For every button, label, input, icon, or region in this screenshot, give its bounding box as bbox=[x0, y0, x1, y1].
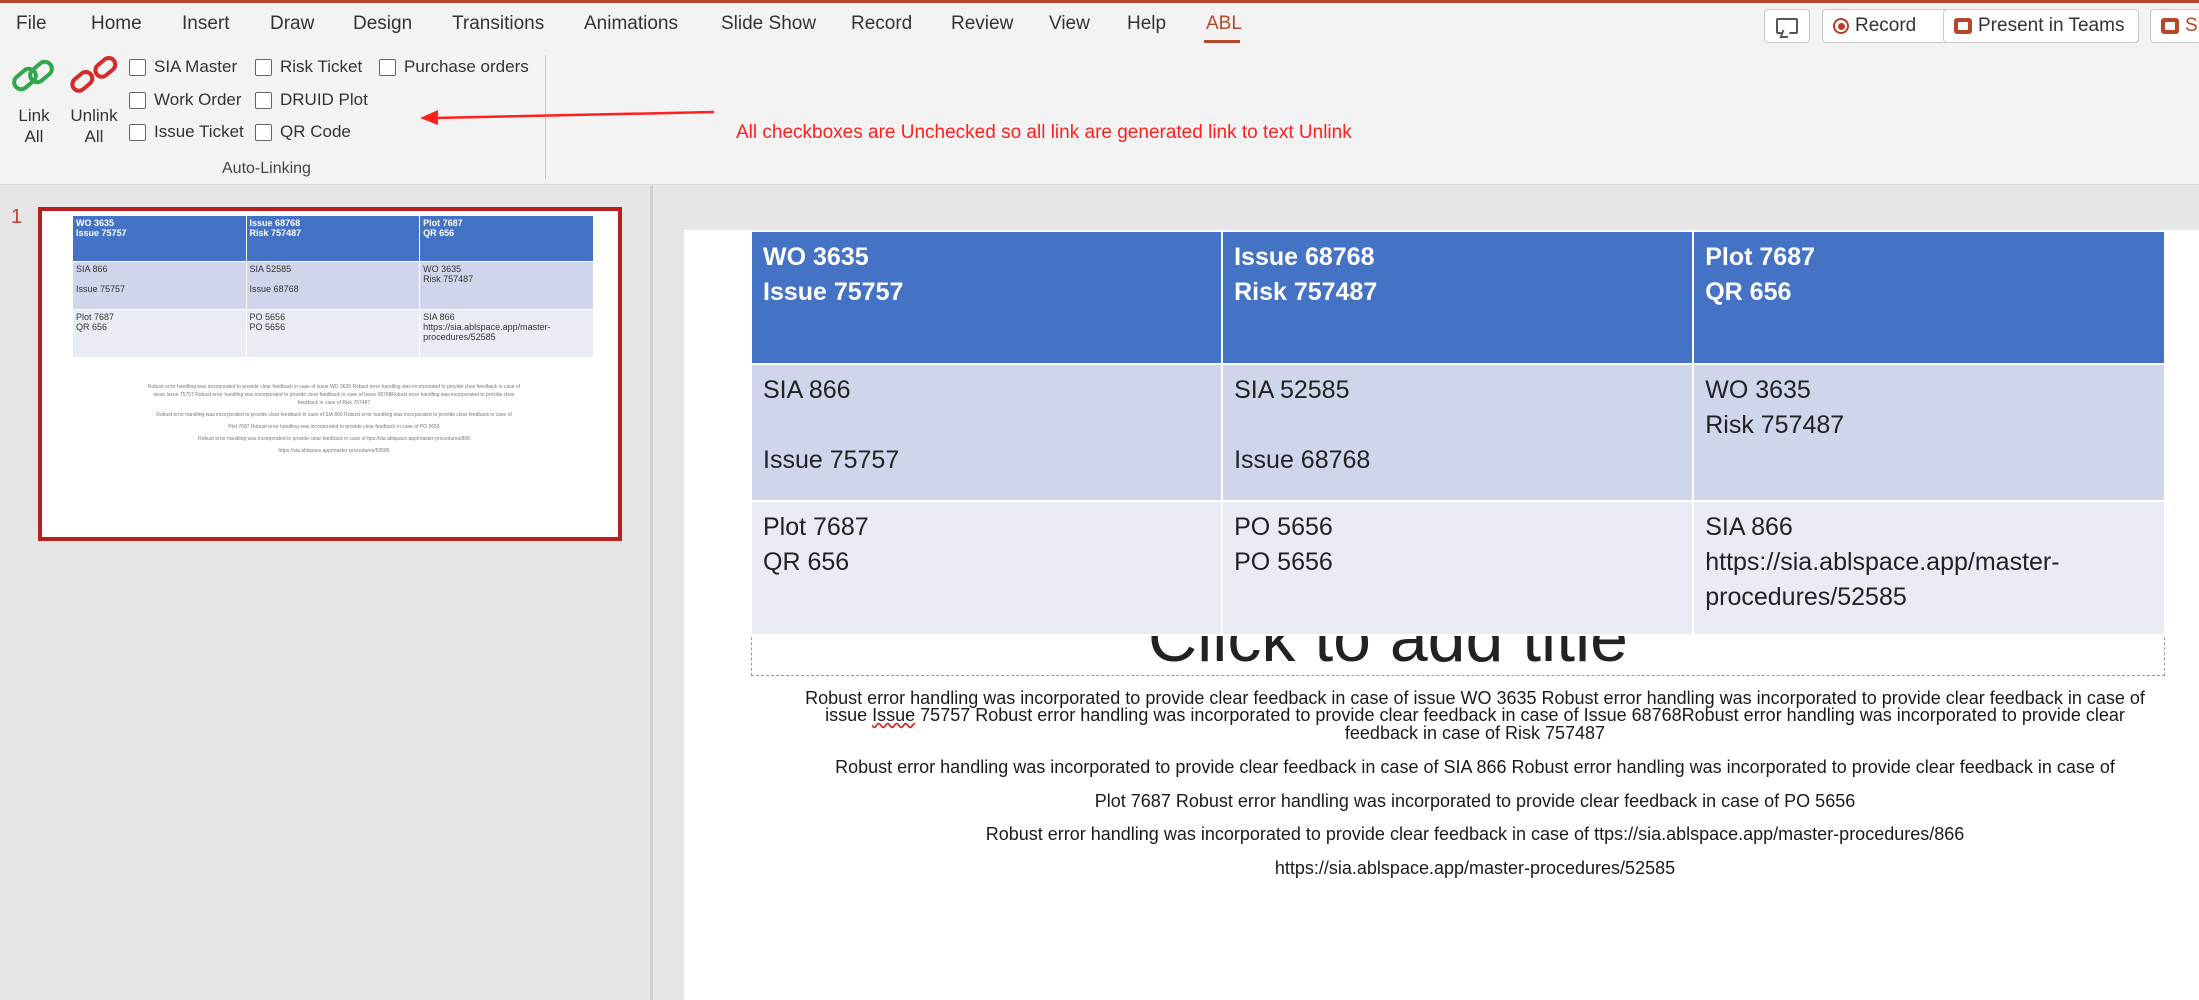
body-text-line[interactable]: Robust error handling was incorporated t… bbox=[750, 758, 2199, 777]
body-text-line[interactable]: Plot 7687 Robust error handling was inco… bbox=[750, 792, 2199, 811]
qr-code-checkbox[interactable]: QR Code bbox=[255, 122, 351, 142]
tab-slide-show[interactable]: Slide Show bbox=[721, 13, 816, 35]
ribbon: Link All Unlink All SIA Master Risk Tick… bbox=[0, 49, 2199, 185]
body-text-line[interactable]: Robust error handling was incorporated t… bbox=[750, 825, 2199, 844]
tab-help[interactable]: Help bbox=[1127, 13, 1166, 35]
link-all-button[interactable]: Link All bbox=[4, 53, 64, 147]
sia-master-label: SIA Master bbox=[154, 57, 238, 76]
tab-insert[interactable]: Insert bbox=[182, 13, 230, 35]
record-button-label: Record bbox=[1855, 15, 1917, 36]
tab-abl[interactable]: ABL bbox=[1206, 13, 1242, 35]
title-placeholder[interactable]: Click to add title bbox=[751, 632, 2165, 676]
thumbnail-text-line: Robust error handling was incorporated t… bbox=[198, 436, 470, 442]
table-row: Plot 7687 QR 656 PO 5656 PO 5656 SIA 866 ht… bbox=[749, 500, 2166, 636]
comment-icon bbox=[1776, 18, 1798, 34]
table-cell[interactable]: WO 3635 Risk 757487 bbox=[1692, 363, 2166, 502]
checkbox-box[interactable] bbox=[255, 91, 272, 109]
checkbox-box[interactable] bbox=[255, 123, 272, 141]
teams-icon bbox=[1954, 18, 1972, 34]
table-cell[interactable]: SIA 52585 Issue 68768 bbox=[1221, 363, 1695, 502]
tab-review[interactable]: Review bbox=[951, 13, 1013, 35]
table-cell[interactable]: Plot 7687 QR 656 bbox=[749, 500, 1224, 636]
auto-linking-group-label: Auto-Linking bbox=[222, 160, 311, 177]
thumbnail-table: WO 3635 Issue 75757 Issue 68768 Risk 75748… bbox=[72, 215, 594, 358]
title-placeholder-text: Click to add title bbox=[1148, 632, 1628, 676]
checkbox-box[interactable] bbox=[129, 91, 146, 109]
checkbox-box[interactable] bbox=[255, 58, 272, 76]
tab-animations[interactable]: Animations bbox=[584, 13, 678, 35]
link-all-line2: All bbox=[24, 127, 44, 146]
tab-record[interactable]: Record bbox=[851, 13, 912, 35]
tab-file[interactable]: File bbox=[16, 13, 47, 35]
druid-plot-label: DRUID Plot bbox=[280, 90, 368, 109]
menu-bar: File Home Insert Draw Design Transitions… bbox=[0, 3, 2199, 49]
table-cell[interactable]: PO 5656 PO 5656 bbox=[1221, 500, 1695, 636]
slide-number: 1 bbox=[11, 206, 23, 228]
pane-divider[interactable] bbox=[650, 186, 653, 1000]
table-cell[interactable]: Issue 68768 Risk 757487 bbox=[1221, 230, 1695, 365]
tab-view[interactable]: View bbox=[1049, 13, 1090, 35]
thumbnail-text-line: https://sia.ablspace.app/master-procedur… bbox=[278, 448, 390, 454]
checkbox-box[interactable] bbox=[379, 58, 396, 76]
link-icon bbox=[12, 59, 54, 92]
slide-table[interactable]: WO 3635 Issue 75757 Issue 68768 Risk 75748… bbox=[749, 230, 2166, 636]
table-cell[interactable]: WO 3635 Issue 75757 bbox=[749, 230, 1224, 365]
body-text-line[interactable]: feedback in case of Risk 757487 bbox=[750, 724, 2199, 743]
table-cell[interactable]: Plot 7687 QR 656 bbox=[1692, 230, 2166, 365]
qr-code-label: QR Code bbox=[280, 122, 351, 141]
active-tab-indicator bbox=[1204, 40, 1240, 43]
unlink-all-line2: All bbox=[84, 127, 104, 146]
present-in-teams-button[interactable]: Present in Teams bbox=[1943, 9, 2139, 43]
link-all-line1: Link bbox=[18, 106, 50, 125]
tab-home[interactable]: Home bbox=[91, 13, 142, 35]
purchase-orders-label: Purchase orders bbox=[404, 57, 529, 76]
broken-link-icon bbox=[70, 55, 118, 93]
share-button-label: Sh bbox=[2185, 15, 2199, 36]
thumbnail-text-line: Plot 7687 Robust error handling was inco… bbox=[228, 424, 440, 430]
thumbnail-text-line: issue Issue 75757 Robust error handling … bbox=[153, 392, 515, 398]
druid-plot-checkbox[interactable]: DRUID Plot bbox=[255, 90, 368, 110]
thumbnail-text-line: Robust error handling was incorporated t… bbox=[147, 384, 521, 390]
tab-design[interactable]: Design bbox=[353, 13, 412, 35]
tab-transitions[interactable]: Transitions bbox=[452, 13, 544, 35]
spellcheck-word: Issue bbox=[872, 705, 916, 725]
unlink-all-button[interactable]: Unlink All bbox=[64, 53, 124, 147]
work-order-checkbox[interactable]: Work Order bbox=[129, 90, 242, 110]
risk-ticket-checkbox[interactable]: Risk Ticket bbox=[255, 57, 362, 77]
slide-thumbnail[interactable]: WO 3635 Issue 75757 Issue 68768 Risk 75748… bbox=[38, 207, 622, 541]
unlink-all-line1: Unlink bbox=[70, 106, 118, 125]
work-order-label: Work Order bbox=[154, 90, 242, 109]
share-icon bbox=[2161, 18, 2179, 34]
risk-ticket-label: Risk Ticket bbox=[280, 57, 363, 76]
record-icon bbox=[1833, 18, 1849, 34]
tab-draw[interactable]: Draw bbox=[270, 13, 314, 35]
thumbnail-text-line: feedback in case of Risk 757487 bbox=[297, 400, 371, 406]
purchase-orders-checkbox[interactable]: Purchase orders bbox=[379, 57, 529, 77]
annotation-note: All checkboxes are Unchecked so all link… bbox=[736, 122, 1352, 143]
thumbnail-text-line: Robust error handling was incorporated t… bbox=[156, 412, 512, 418]
body-text-line[interactable]: https://sia.ablspace.app/master-procedur… bbox=[750, 859, 2199, 878]
share-button[interactable]: Sh bbox=[2150, 9, 2199, 43]
sia-master-checkbox[interactable]: SIA Master bbox=[129, 57, 237, 77]
issue-ticket-label: Issue Ticket bbox=[154, 122, 244, 141]
checkbox-box[interactable] bbox=[129, 123, 146, 141]
table-cell[interactable]: SIA 866 Issue 75757 bbox=[749, 363, 1224, 502]
issue-ticket-checkbox[interactable]: Issue Ticket bbox=[129, 122, 244, 142]
table-row: SIA 866 Issue 75757 SIA 52585 Issue 68768 … bbox=[749, 363, 2166, 502]
table-header-row: WO 3635 Issue 75757 Issue 68768 Risk 75748… bbox=[749, 230, 2166, 365]
checkbox-box[interactable] bbox=[129, 58, 146, 76]
comments-button[interactable] bbox=[1764, 9, 1810, 43]
annotation-arrow bbox=[420, 110, 715, 125]
present-in-teams-label: Present in Teams bbox=[1978, 15, 2125, 36]
table-cell[interactable]: SIA 866 https://sia.ablspace.app/master-p… bbox=[1692, 500, 2166, 636]
